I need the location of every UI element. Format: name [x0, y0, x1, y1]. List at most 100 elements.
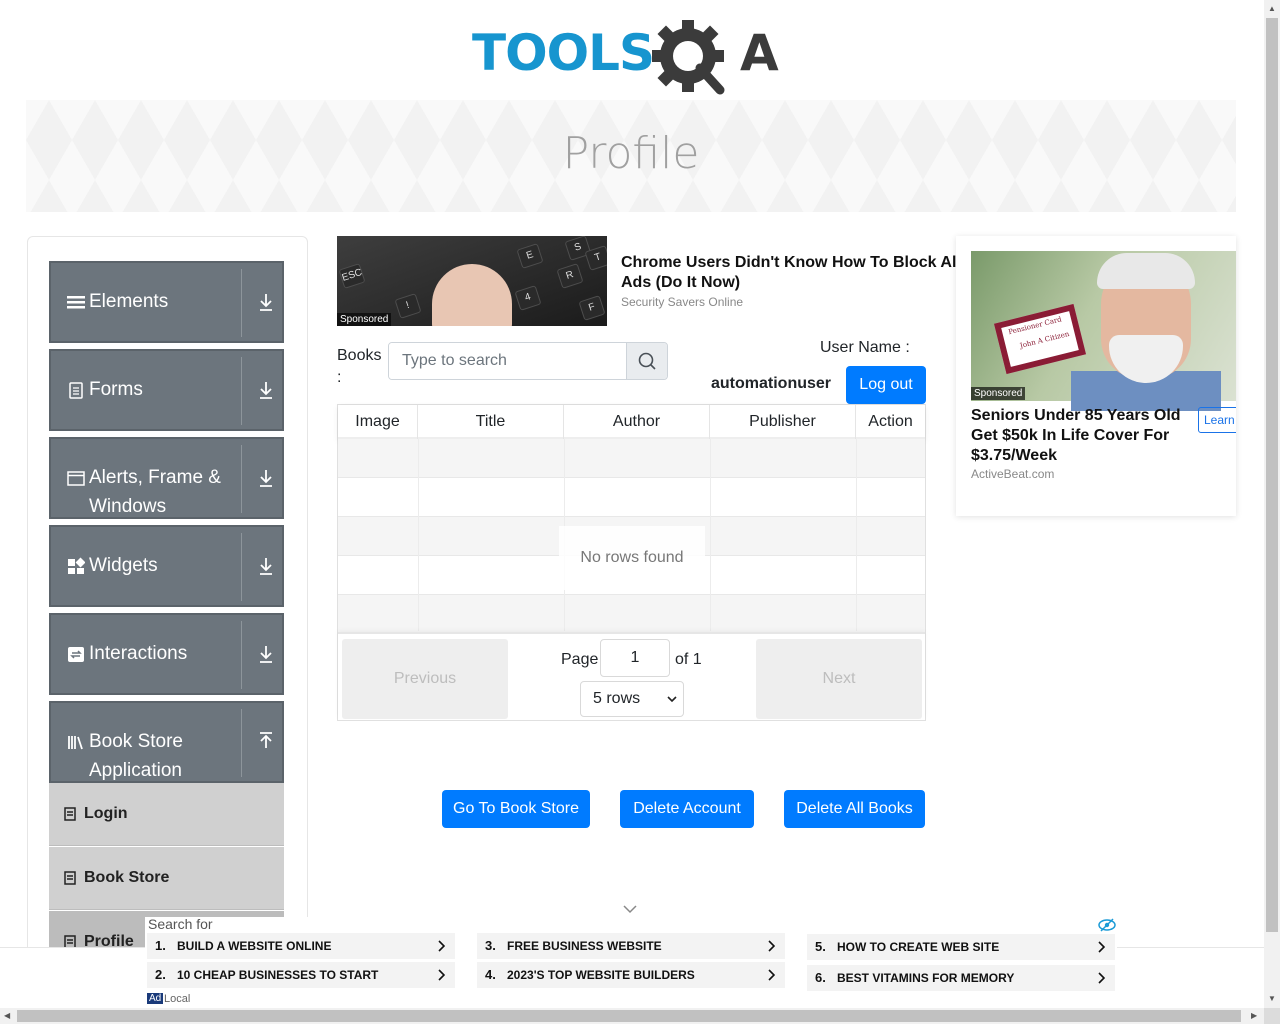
table-row — [338, 439, 925, 478]
books-table: Image Title Author Publisher Action No r… — [337, 404, 926, 721]
next-button[interactable]: Next — [756, 639, 922, 719]
window-icon — [67, 471, 85, 486]
page-header-banner: Profile — [26, 100, 1236, 212]
ad-search-link[interactable]: 3. FREE BUSINESS WEBSITE — [477, 933, 785, 959]
sidebar-ad[interactable]: Pensioner Card John A Citizen Sponsored … — [956, 236, 1236, 516]
username-value: automationuser — [711, 375, 832, 392]
sidebar-group-label: Elements — [89, 291, 169, 312]
sidebar-group-label: Interactions — [89, 643, 188, 664]
download-arrow-icon — [260, 558, 272, 575]
key: F — [578, 295, 606, 321]
ad-search-link[interactable]: 5. HOW TO CREATE WEB SITE — [807, 934, 1115, 960]
sidebar-group-interactions[interactable]: Interactions — [49, 613, 284, 695]
sidebar-group-elements[interactable]: Elements — [49, 261, 284, 343]
ad-badge: Ad — [147, 993, 164, 1004]
ad-headline[interactable]: Chrome Users Didn't Know How To Block Al… — [621, 253, 966, 293]
toolsqa-logo[interactable]: TOOLS A — [472, 14, 797, 95]
link-text: HOW TO CREATE WEB SITE — [837, 940, 1000, 954]
link-text: BEST VITAMINS FOR MEMORY — [837, 971, 1015, 985]
scroll-up-arrow-icon[interactable]: ▲ — [1268, 4, 1276, 13]
download-arrow-icon — [260, 646, 272, 663]
chevron-down-icon[interactable] — [622, 903, 638, 915]
chevron-right-icon — [768, 940, 775, 952]
column-header-image[interactable]: Image — [338, 405, 418, 439]
ad-source[interactable]: ActiveBeat.com — [971, 467, 1054, 481]
column-header-author[interactable]: Author — [564, 405, 710, 439]
ad-image[interactable]: ESC ! E R S T F 4 Sponsored — [337, 236, 607, 326]
sidebar-group-label: Widgets — [89, 555, 158, 576]
horizontal-scroll-thumb[interactable] — [17, 1010, 1241, 1022]
sidebar-group-book-store[interactable]: Book Store Application — [49, 701, 284, 783]
search-button[interactable] — [626, 343, 667, 379]
go-to-book-store-button[interactable]: Go To Book Store — [442, 790, 590, 828]
sidebar-item-label: Book Store — [84, 869, 170, 886]
link-number: 5. — [815, 939, 826, 954]
rows-selected-value: 5 rows — [593, 690, 641, 707]
delete-all-books-button[interactable]: Delete All Books — [784, 790, 925, 828]
eye-slash-icon[interactable] — [1098, 918, 1116, 932]
sidebar-group-forms[interactable]: Forms — [49, 349, 284, 431]
search-input[interactable] — [389, 343, 627, 379]
sidebar-group-alerts[interactable]: Alerts, Frame & Windows — [49, 437, 284, 519]
divider — [241, 357, 242, 425]
chevron-right-icon — [438, 940, 445, 952]
local-label: Local — [164, 993, 191, 1005]
download-arrow-icon — [260, 470, 272, 487]
widgets-icon — [68, 557, 85, 574]
hand-image — [432, 264, 512, 326]
column-header-action[interactable]: Action — [856, 405, 925, 439]
ad-search-link[interactable]: 2. 10 CHEAP BUSINESSES TO START — [147, 962, 455, 988]
page-number-input[interactable]: 1 — [600, 639, 670, 677]
divider — [241, 621, 242, 689]
delete-account-button[interactable]: Delete Account — [620, 790, 754, 828]
scroll-left-arrow-icon[interactable]: ◀ — [4, 1011, 10, 1020]
search-icon — [638, 352, 656, 370]
sponsored-label: Sponsored — [337, 313, 392, 326]
link-number: 3. — [485, 938, 496, 953]
column-divider — [710, 439, 711, 631]
ad-headline[interactable]: Seniors Under 85 Years Old Get $50k In L… — [971, 406, 1191, 466]
key: E — [516, 243, 544, 269]
download-arrow-icon — [260, 294, 272, 311]
sidebar-item-book-store[interactable]: Book Store — [49, 847, 284, 910]
sidebar-group-widgets[interactable]: Widgets — [49, 525, 284, 607]
link-number: 4. — [485, 967, 496, 982]
hair-shape — [1097, 253, 1195, 289]
scroll-down-arrow-icon[interactable]: ▼ — [1268, 994, 1276, 1003]
key: ! — [394, 293, 422, 319]
interactions-icon — [68, 647, 84, 662]
link-number: 6. — [815, 970, 826, 985]
gear-icon — [652, 20, 725, 95]
rows-per-page-select[interactable]: 5 rows — [580, 681, 684, 717]
chevron-right-icon — [1098, 972, 1105, 984]
column-header-publisher[interactable]: Publisher — [710, 405, 856, 439]
key: 4 — [514, 285, 542, 311]
page-title: Profile — [562, 128, 700, 179]
chevron-right-icon — [768, 969, 775, 981]
ad-search-link[interactable]: 1. BUILD A WEBSITE ONLINE — [147, 933, 455, 959]
sidebar-item-login[interactable]: Login — [49, 783, 284, 846]
chevron-right-icon — [1098, 941, 1105, 953]
logout-button[interactable]: Log out — [846, 366, 926, 404]
learn-more-button[interactable]: Learn More — [1198, 407, 1236, 433]
vertical-scroll-thumb[interactable] — [1266, 18, 1278, 932]
pagination: Previous Page 1 of 1 5 rows Next — [338, 632, 925, 720]
sponsored-label: Sponsored — [971, 387, 1026, 400]
ad-source[interactable]: Security Savers Online — [621, 295, 743, 309]
column-divider — [418, 439, 419, 631]
card-name: John A Citizen — [1019, 329, 1071, 350]
key: R — [556, 263, 584, 289]
previous-button[interactable]: Previous — [342, 639, 508, 719]
sidebar: Elements Forms Alerts, Frame & Windows W… — [27, 236, 308, 974]
ad-search-link[interactable]: 6. BEST VITAMINS FOR MEMORY — [807, 965, 1115, 991]
ad-search-link[interactable]: 4. 2023'S TOP WEBSITE BUILDERS — [477, 962, 785, 988]
ad-photo: Pensioner Card John A Citizen — [971, 251, 1236, 411]
scroll-right-arrow-icon[interactable]: ▶ — [1251, 1011, 1257, 1020]
key: ESC — [338, 263, 366, 289]
download-arrow-icon — [260, 382, 272, 399]
upload-arrow-icon — [260, 732, 272, 748]
link-text: FREE BUSINESS WEBSITE — [507, 939, 662, 953]
search-box — [388, 342, 668, 380]
no-rows-message: No rows found — [559, 526, 705, 590]
column-header-title[interactable]: Title — [418, 405, 564, 439]
